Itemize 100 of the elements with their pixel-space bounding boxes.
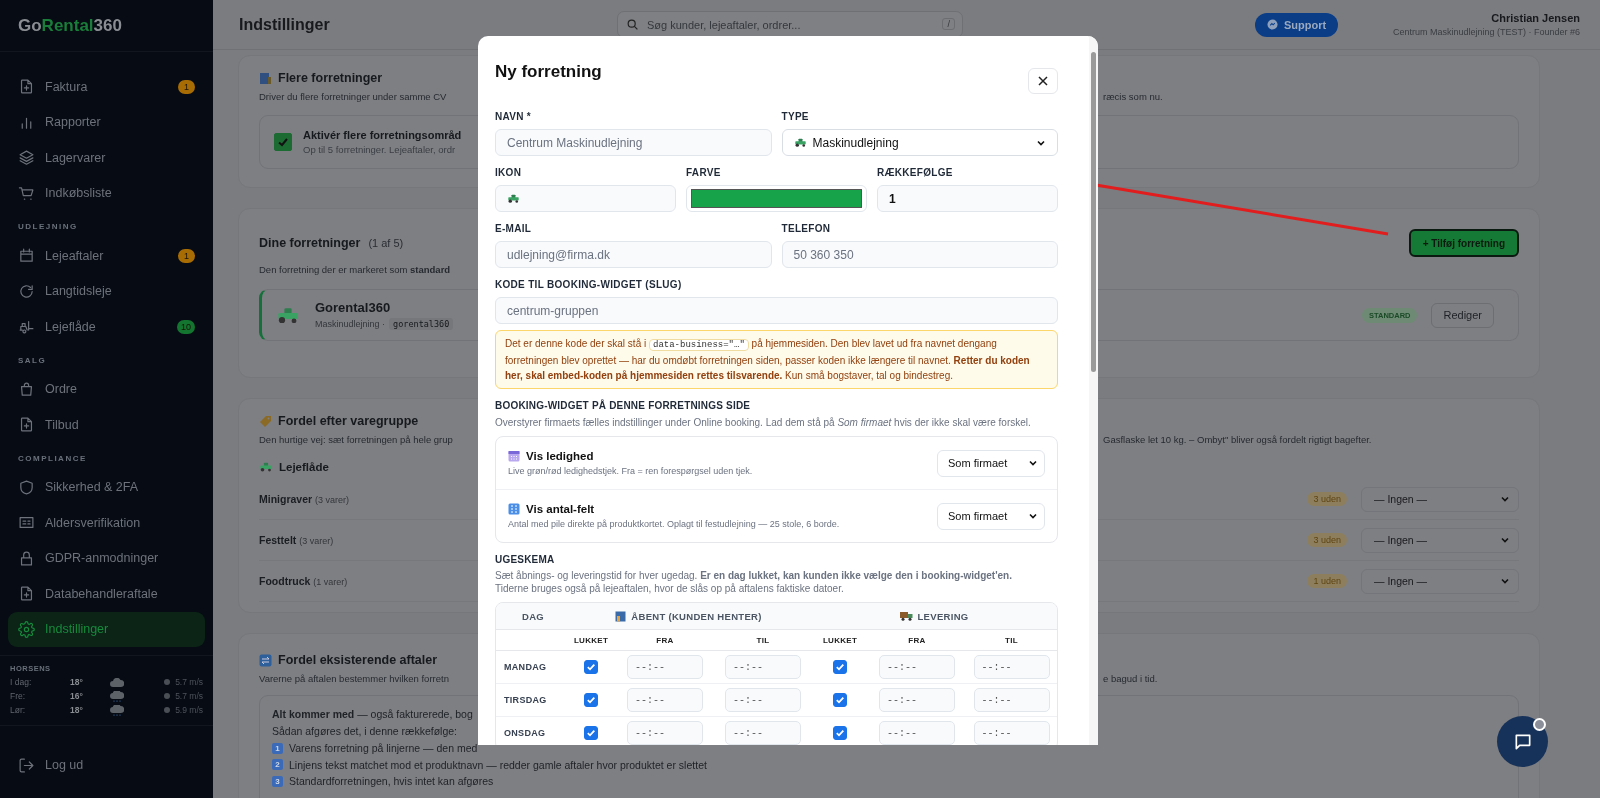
cart-icon xyxy=(18,184,35,202)
mode-select[interactable]: Som firmaet xyxy=(937,502,1045,530)
time-field[interactable]: --:-- xyxy=(725,721,801,745)
intro-text: Alt kommer med — også fakturerede, bog xyxy=(272,707,473,722)
chevron-down-icon xyxy=(1028,511,1038,521)
mode-select[interactable]: Som firmaet xyxy=(937,449,1045,477)
section-description: Sæt åbnings- og leveringstid for hver ugedag. Er en dag lukket, kan kunden ikke vælge den i booking-widget'en. xyxy=(495,570,1013,581)
checkbox[interactable] xyxy=(833,726,847,740)
scrollbar[interactable] xyxy=(1089,36,1098,745)
nav-item[interactable]: Langtidsleje xyxy=(8,273,205,309)
time-field[interactable]: --:-- xyxy=(725,688,801,712)
time-field[interactable]: --:-- xyxy=(627,655,703,679)
business-select[interactable]: — Ingen — xyxy=(1361,486,1519,512)
business-select[interactable]: — Ingen — xyxy=(1361,568,1519,594)
nav-item[interactable]: Aldersverifikation xyxy=(8,505,205,541)
nav-item[interactable]: Databehandleraftale xyxy=(8,576,205,612)
app-logo[interactable]: GoRental360 xyxy=(0,0,213,52)
checkbox[interactable] xyxy=(584,660,598,674)
column-group-header: LEVERING xyxy=(917,610,969,622)
chevron-down-icon xyxy=(1500,535,1510,545)
building-icon xyxy=(259,71,272,85)
temperature: 16° xyxy=(70,691,84,701)
nav-item[interactable]: Lagervarer xyxy=(8,140,205,176)
time-field[interactable]: --:-- xyxy=(627,721,703,745)
text-field[interactable]: Centrum Maskinudlejning xyxy=(495,129,772,156)
wind-speed: 5.7 m/s xyxy=(175,691,203,701)
business-select[interactable]: — Ingen — xyxy=(1361,527,1519,553)
checkbox[interactable] xyxy=(833,693,847,707)
time-field[interactable]: --:-- xyxy=(973,655,1050,679)
numbers-icon xyxy=(508,503,520,515)
nav-item[interactable]: Lejeflåde 10 xyxy=(8,309,205,345)
nav-item[interactable]: Tilbud xyxy=(8,407,205,443)
text-field[interactable]: 1 xyxy=(877,185,1058,212)
nav-item[interactable]: Rapporter xyxy=(8,104,205,140)
text-field[interactable]: 50 360 350 xyxy=(781,241,1058,268)
checkbox[interactable] xyxy=(584,693,598,707)
edit-button[interactable]: Rediger xyxy=(1431,302,1494,328)
checkmark-icon xyxy=(277,136,289,148)
temperature: 18° xyxy=(70,705,84,715)
time-field[interactable]: --:-- xyxy=(725,655,801,679)
chat-icon xyxy=(1267,19,1278,30)
nav-item[interactable]: Indstillinger xyxy=(8,611,205,647)
section-label: COMPLIANCE xyxy=(17,452,88,465)
checkmark-icon xyxy=(586,662,596,672)
description-text: ræcis som nu. xyxy=(1102,90,1163,104)
text-field[interactable]: udlejning@firma.dk xyxy=(495,241,772,268)
time-field[interactable]: --:-- xyxy=(627,688,703,712)
close-button[interactable] xyxy=(1028,68,1058,94)
shortcut-key: / xyxy=(942,18,955,30)
field-label: TYPE xyxy=(781,111,810,123)
chevron-down-icon xyxy=(1028,458,1038,468)
time-field[interactable]: --:-- xyxy=(973,721,1050,745)
wind-speed: 5.7 m/s xyxy=(175,677,203,687)
time-field[interactable]: --:-- xyxy=(973,688,1050,712)
icon-field[interactable] xyxy=(495,185,676,212)
column-header: TIL xyxy=(1005,635,1018,645)
nav-item[interactable]: Ordre xyxy=(8,371,205,407)
time-field[interactable]: --:-- xyxy=(879,655,955,679)
description-text: Den hurtige vej: sæt forretningen på hele grup xyxy=(259,433,453,447)
business-name: Gorental360 xyxy=(315,300,392,315)
column-header: FRA xyxy=(656,635,674,645)
item-count: (3 varer) xyxy=(299,536,334,546)
field-label: TELEFON xyxy=(781,223,832,235)
nav-item[interactable]: Faktura 1 xyxy=(8,69,205,105)
user-name: Christian Jensen xyxy=(1490,12,1580,24)
text-field[interactable]: centrum-gruppen xyxy=(495,297,1058,324)
step-number: 3 xyxy=(272,775,283,787)
logout-link[interactable]: Log ud xyxy=(0,740,213,790)
missing-badge: 3 uden xyxy=(1307,492,1347,506)
cloud-icon xyxy=(110,677,124,687)
nav-item[interactable]: GDPR-anmodninger xyxy=(8,540,205,576)
checkmark-icon xyxy=(835,728,845,738)
section-description: Tiderne bruges også på lejeaftalen, hvor de slås op på aftalens faktiske datoer. xyxy=(495,583,845,594)
category-name: Festtelt xyxy=(259,534,297,546)
option-hint: Antal med pile direkte på produktkortet. Oplagt til festudlejning — 25 stole, 6 borde. xyxy=(508,519,840,529)
section-heading: UGESKEMA xyxy=(495,554,556,567)
time-field[interactable]: --:-- xyxy=(879,721,955,745)
nav-item[interactable]: Indkøbsliste xyxy=(8,175,205,211)
checkbox[interactable] xyxy=(274,133,292,151)
description-text: Varerne på aftalen bestemmer hvilken forretn xyxy=(259,672,449,686)
add-business-button[interactable]: + Tilføj forretning xyxy=(1408,229,1519,257)
document-icon xyxy=(18,78,35,96)
tractor-icon xyxy=(276,306,300,324)
column-header: DAG xyxy=(521,610,545,622)
column-header: LUKKET xyxy=(822,635,858,645)
option-label: Aktivér flere forretningsområd xyxy=(303,129,462,141)
time-field[interactable]: --:-- xyxy=(879,688,955,712)
card-title: Flere forretninger xyxy=(278,71,383,85)
refresh-icon xyxy=(18,282,35,300)
tag-icon xyxy=(259,414,272,428)
rain-cloud-icon xyxy=(110,704,124,716)
checkbox[interactable] xyxy=(584,726,598,740)
checkbox[interactable] xyxy=(833,660,847,674)
nav-item[interactable]: Lejeaftaler 1 xyxy=(8,238,205,274)
color-picker[interactable] xyxy=(686,185,867,212)
field-label: NAVN * xyxy=(495,111,533,123)
type-select[interactable]: Maskinudlejning xyxy=(781,129,1058,156)
card-title: Fordel efter varegruppe xyxy=(278,414,419,428)
nav-item[interactable]: Sikkerhed & 2FA xyxy=(8,469,205,505)
support-button[interactable]: Support xyxy=(1255,12,1339,37)
